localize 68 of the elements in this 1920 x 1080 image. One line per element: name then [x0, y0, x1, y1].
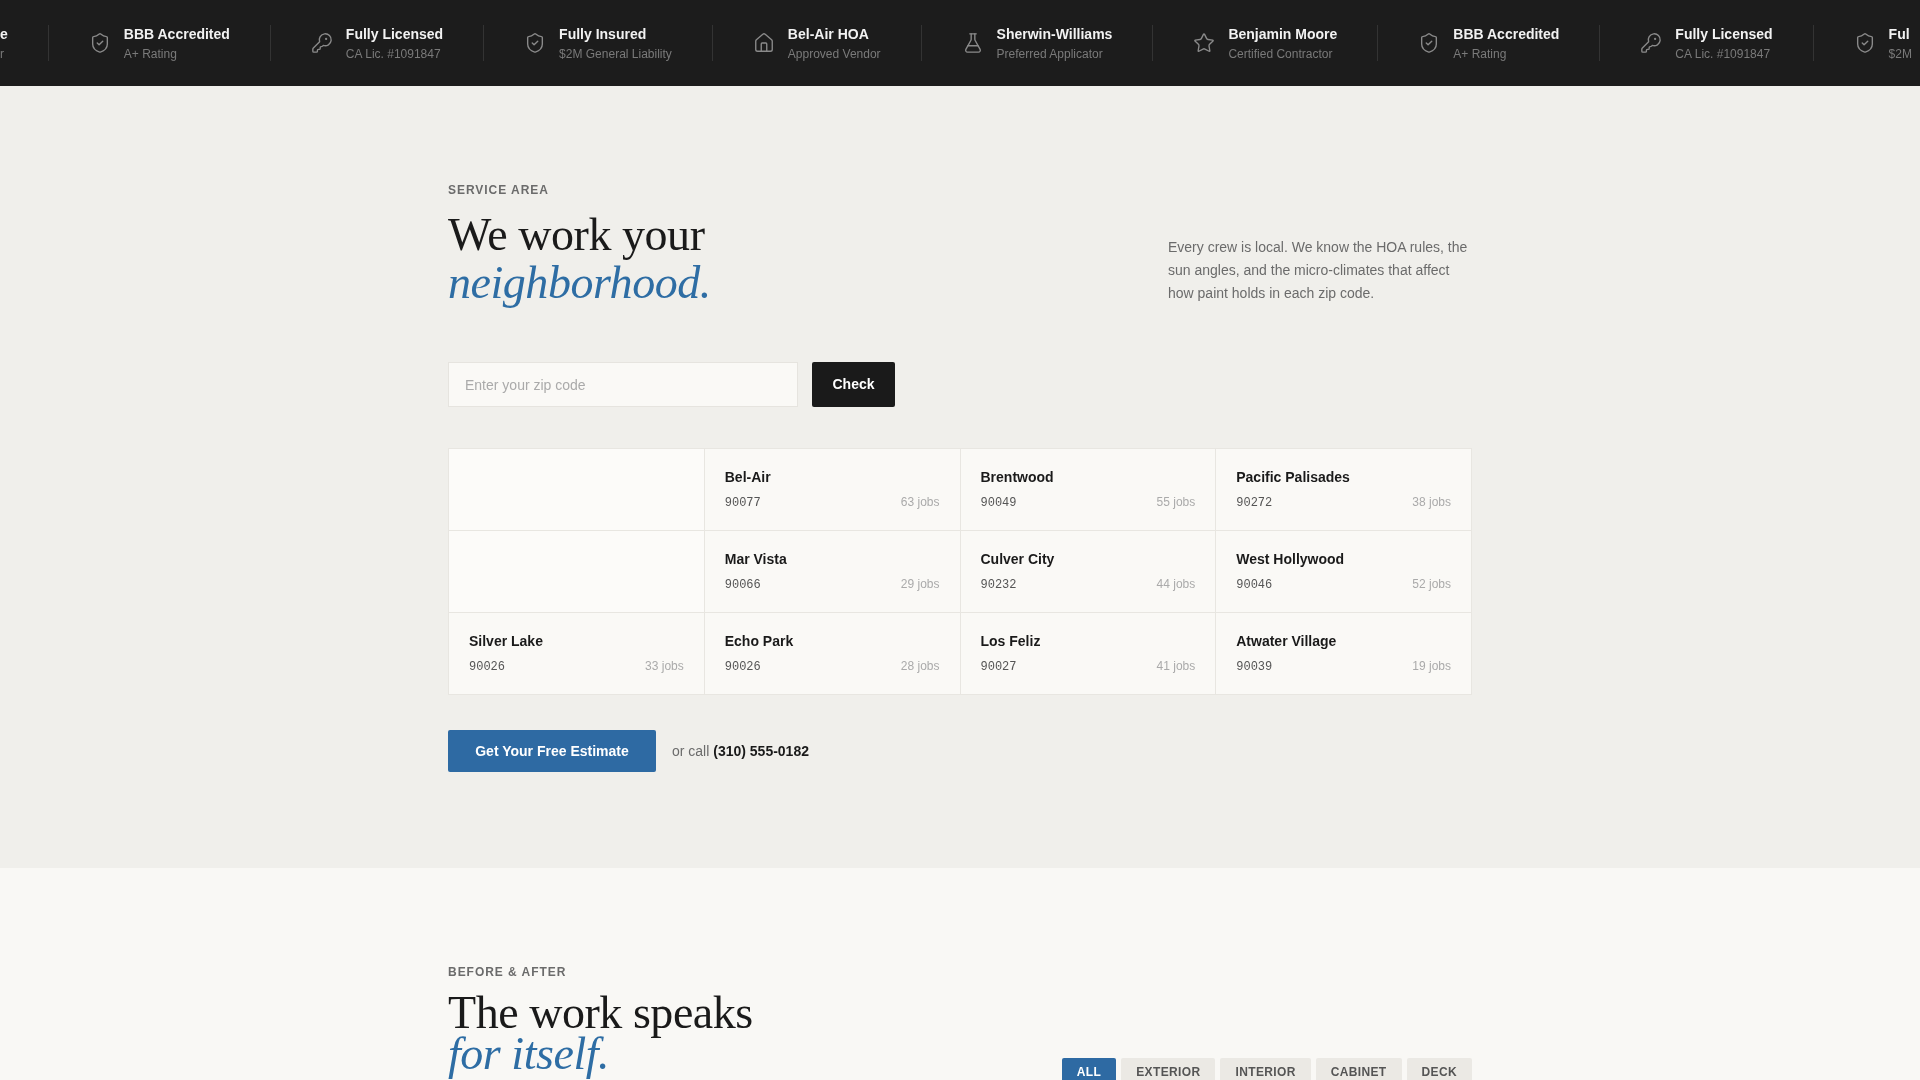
area-name: Culver City [980, 550, 1055, 568]
section-heading: The work speaks for itself. [448, 987, 753, 1080]
zip-code: 90077 [724, 495, 761, 511]
credential-title: Benjamin Moore [1228, 24, 1338, 43]
section-eyebrow: BEFORE & AFTER [448, 964, 567, 980]
credential-detail: r [0, 45, 5, 62]
area-name: Mar Vista [724, 550, 787, 568]
key-icon [1640, 32, 1663, 54]
credential-detail: A+ Rating [1453, 45, 1508, 62]
area-name: Atwater Village [1236, 632, 1337, 650]
credential-title: Ful [1888, 24, 1911, 43]
check-button[interactable]: Check [812, 362, 895, 407]
job-count: 44 jobs [1156, 576, 1196, 592]
zip-code: 90049 [980, 495, 1017, 511]
house-icon [752, 32, 775, 54]
filter-tab[interactable]: INTERIOR [1220, 1058, 1311, 1080]
filter-tab[interactable]: DECK [1406, 1058, 1472, 1080]
credential-title: BBB Accredited [123, 24, 230, 43]
zip-code: 90232 [980, 577, 1017, 593]
zip-code: 90039 [1236, 659, 1273, 675]
star-icon [1193, 32, 1216, 54]
zip-code: 90272 [1236, 495, 1273, 511]
credential-title: Fully Licensed [345, 24, 444, 43]
credential-detail: A+ Rating [123, 45, 178, 62]
credential-title: Fully Insured [559, 24, 648, 43]
section-heading: We work your neighborhood. [448, 208, 711, 310]
job-count: 52 jobs [1412, 576, 1451, 592]
key-icon [310, 32, 333, 54]
credential-detail: Certified Contractor [1228, 45, 1334, 62]
credential-title: Sherwin-Williams [996, 24, 1113, 43]
intro-paragraph: Every crew is local. We know the HOA rules, the sun angles, and the micro-climates that affect how paint holds in each zip code. [1168, 238, 1469, 303]
credential-detail: CA Lic. #1091847 [1675, 45, 1772, 62]
area-name: Los Feliz [980, 632, 1041, 650]
credential-title: Fully Licensed [1675, 24, 1773, 43]
zip-input[interactable]: Enter your zip code [448, 362, 798, 407]
call-text: or call (310) 555-0182 [672, 741, 809, 761]
credential-detail: CA Lic. #1091847 [345, 45, 442, 62]
filter-tab[interactable]: EXTERIOR [1121, 1058, 1216, 1080]
area-name: Echo Park [724, 632, 794, 650]
area-name: West Hollywood [1236, 550, 1345, 568]
section-eyebrow: SERVICE AREA [448, 182, 549, 198]
area-name: Silver Lake [469, 632, 543, 650]
filter-tab[interactable]: CABINET [1315, 1058, 1402, 1080]
area-name: Pacific Palisades [1236, 468, 1350, 486]
zip-code: 90026 [469, 659, 505, 675]
area-name: Brentwood [980, 468, 1054, 486]
estimate-button[interactable]: Get Your Free Estimate [448, 730, 656, 772]
credential-detail: $2M General Liability [559, 45, 672, 62]
credential-detail: $2M [1888, 45, 1912, 62]
credential-title: e [0, 24, 8, 43]
area-name: Bel-Air [724, 468, 771, 486]
zip-code: 90046 [1236, 577, 1273, 593]
job-count: 29 jobs [900, 576, 940, 592]
credential-detail: Approved Vendor [787, 45, 881, 62]
job-count: 38 jobs [1412, 494, 1451, 510]
job-count: 33 jobs [645, 658, 684, 674]
job-count: 55 jobs [1156, 494, 1196, 510]
job-count: 28 jobs [900, 658, 940, 674]
zip-code: 90026 [724, 659, 761, 675]
job-count: 19 jobs [1412, 658, 1451, 674]
credential-detail: Preferred Applicator [996, 45, 1104, 62]
credential-title: Bel-Air HOA [787, 24, 870, 43]
zip-code: 90027 [980, 659, 1017, 675]
job-count: 63 jobs [900, 494, 940, 510]
credential-title: BBB Accredited [1453, 24, 1560, 43]
zip-code: 90066 [724, 577, 761, 593]
filter-tab[interactable]: ALL [1061, 1058, 1117, 1080]
job-count: 41 jobs [1156, 658, 1196, 674]
